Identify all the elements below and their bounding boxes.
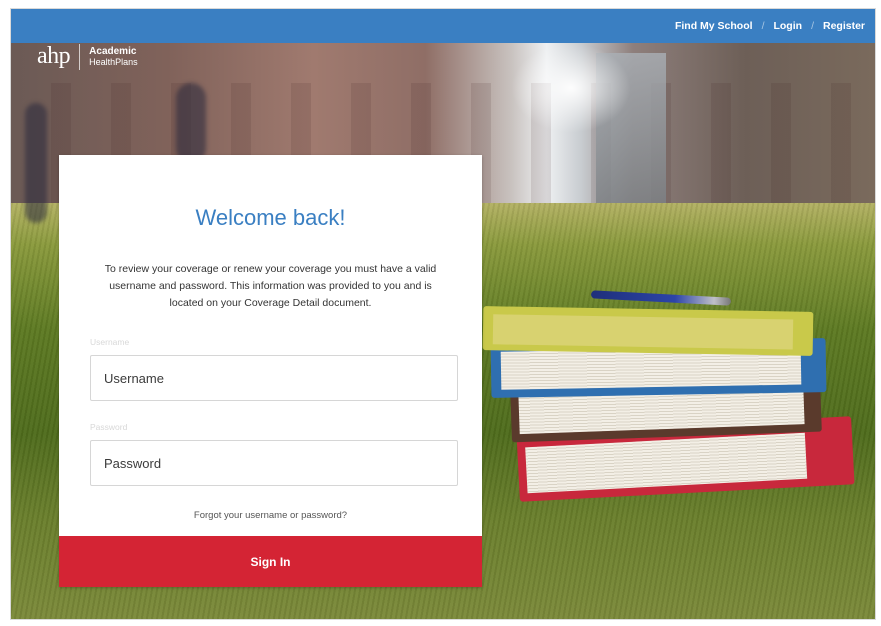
nav-login-link[interactable]: Login	[769, 20, 806, 32]
nav-register-link[interactable]: Register	[819, 20, 869, 32]
username-label: Username	[90, 337, 130, 347]
login-instructions: To review your coverage or renew your co…	[104, 263, 437, 309]
login-card: Welcome back! To review your coverage or…	[59, 155, 482, 587]
top-navigation: Find My School / Login / Register	[11, 9, 875, 43]
ahp-logo[interactable]: ahp Academic HealthPlans	[37, 43, 138, 70]
password-label: Password	[90, 422, 128, 432]
nav-separator: /	[761, 20, 765, 32]
logo-divider	[79, 43, 81, 70]
username-input[interactable]	[90, 355, 458, 401]
nav-separator: /	[811, 20, 814, 32]
page-title: Welcome back!	[195, 205, 346, 230]
logo-wordmark: Academic HealthPlans	[89, 45, 138, 67]
logo-mark: ahp	[37, 43, 71, 69]
password-input[interactable]	[90, 440, 458, 486]
sign-in-button[interactable]: Sign In	[59, 536, 482, 587]
forgot-credentials-link[interactable]: Forgot your username or password?	[59, 510, 482, 521]
browser-frame: Find My School / Login / Register ahp Ac…	[10, 8, 876, 620]
nav-find-my-school-link[interactable]: Find My School	[671, 20, 757, 32]
